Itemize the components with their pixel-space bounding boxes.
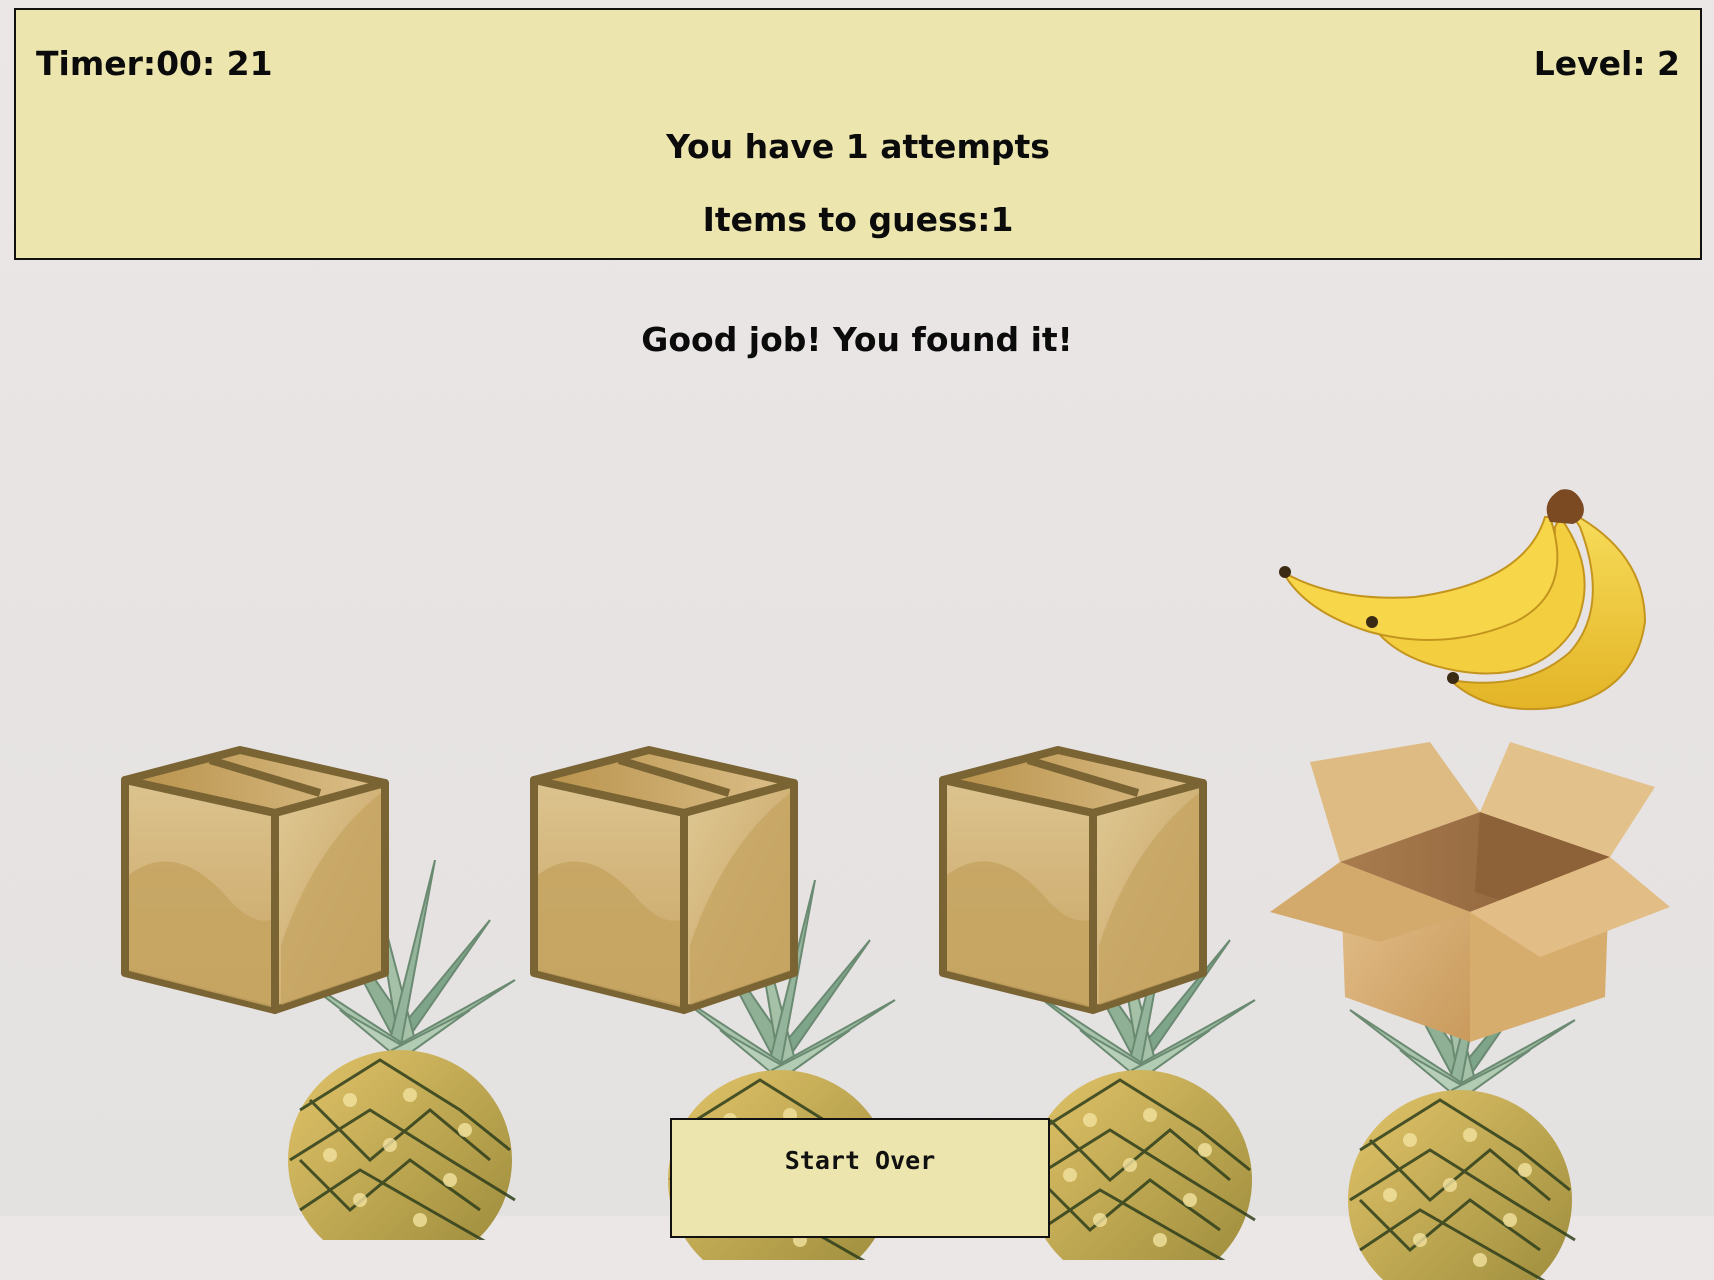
closed-box-icon[interactable] (524, 745, 814, 1015)
status-panel: Timer:00: 21 Level: 2 You have 1 attempt… (14, 8, 1702, 260)
level-label: Level: (1533, 44, 1646, 83)
open-box-icon[interactable] (1270, 742, 1670, 1052)
banana-icon (1275, 482, 1675, 722)
timer-value: 00: 21 (156, 44, 273, 83)
start-over-button[interactable]: Start Over (670, 1118, 1050, 1238)
closed-box-icon[interactable] (933, 745, 1223, 1015)
result-message: Good job! You found it! (641, 320, 1073, 359)
items-label: Items to guess: (702, 200, 991, 239)
timer-label: Timer: (36, 44, 157, 83)
level-value: 2 (1657, 44, 1680, 83)
timer-display: Timer:00: 21 (36, 44, 273, 83)
items-value: 1 (990, 200, 1014, 239)
attempts-text: You have 1 attempts (666, 127, 1050, 166)
level-display: Level: 2 (1534, 44, 1680, 83)
items-to-guess: Items to guess:1 (16, 200, 1700, 239)
closed-box-icon[interactable] (115, 745, 405, 1015)
